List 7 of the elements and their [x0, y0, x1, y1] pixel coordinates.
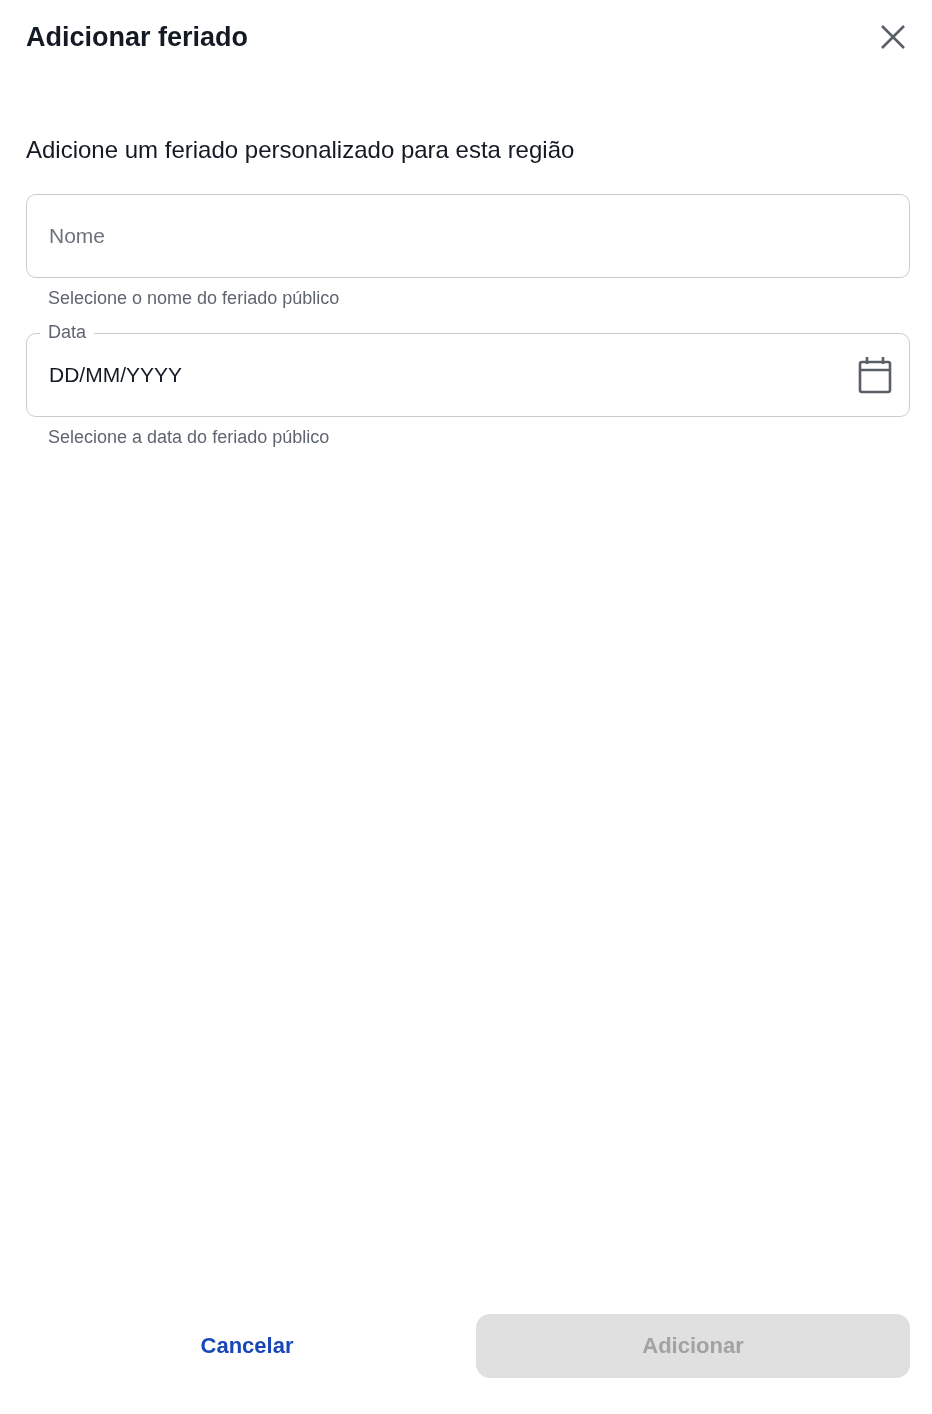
helper-text: Selecione a data do feriado público	[48, 427, 331, 448]
name-field[interactable]: Nome	[26, 194, 910, 278]
helper-text: Selecione o nome do feriado público	[48, 288, 341, 309]
dialog-title: Adicionar feriado	[26, 21, 249, 53]
dialog-subtitle: Adicione um feriado personalizado para esta região	[26, 136, 576, 164]
calendar-icon[interactable]	[858, 356, 892, 394]
cancel-button[interactable]: Cancelar	[184, 1314, 310, 1378]
